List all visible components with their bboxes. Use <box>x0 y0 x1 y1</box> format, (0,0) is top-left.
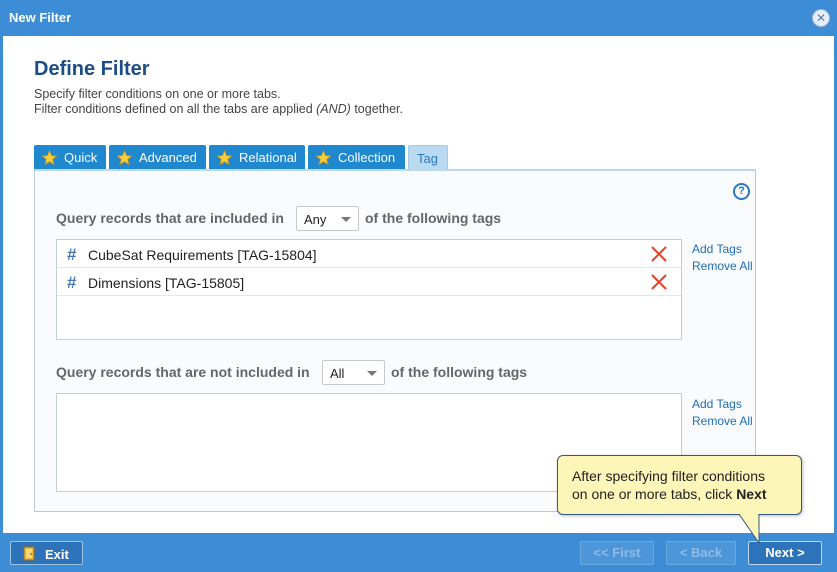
exit-door-icon <box>23 546 35 561</box>
tab-relational-label: Relational <box>239 150 297 165</box>
included-label-suffix: of the following tags <box>365 210 502 226</box>
footer-bar: Exit << First < Back Next > <box>0 533 837 572</box>
chevron-down-icon <box>367 371 377 376</box>
tab-tag[interactable]: Tag <box>408 145 448 170</box>
delete-x-icon[interactable] <box>650 245 668 263</box>
tooltip-line-2: on one or more tabs, click Next <box>572 486 767 502</box>
included-add-tags-link[interactable]: Add Tags <box>692 242 742 256</box>
tooltip-line-1: After specifying filter conditions <box>572 468 765 484</box>
tab-quick-label: Quick <box>64 150 98 165</box>
excluded-remove-all-link[interactable]: Remove All <box>692 414 753 428</box>
tab-collection-label: Collection <box>338 150 396 165</box>
tab-relational[interactable]: Relational <box>209 145 305 170</box>
back-button[interactable]: < Back <box>666 541 736 565</box>
included-tags-list: # CubeSat Requirements [TAG-15804] # Dim… <box>56 239 682 340</box>
included-match-value: Any <box>304 212 327 227</box>
star-icon <box>315 150 332 166</box>
next-button[interactable]: Next > <box>748 541 822 565</box>
tab-quick[interactable]: Quick <box>34 145 106 170</box>
list-item: # CubeSat Requirements [TAG-15804] <box>57 240 681 268</box>
excluded-match-value: All <box>330 366 345 381</box>
star-icon <box>116 150 133 166</box>
first-button[interactable]: << First <box>580 541 654 565</box>
close-icon[interactable]: ✕ <box>812 9 830 27</box>
first-label: << First <box>593 545 641 560</box>
tab-collection[interactable]: Collection <box>308 145 405 170</box>
included-remove-all-link[interactable]: Remove All <box>692 259 753 273</box>
hash-tag-icon: # <box>67 273 77 292</box>
page-title: Define Filter <box>34 58 150 80</box>
list-item: # Dimensions [TAG-15805] <box>57 268 681 296</box>
tab-advanced-label: Advanced <box>139 150 197 165</box>
tab-advanced[interactable]: Advanced <box>109 145 206 170</box>
help-icon[interactable]: ? <box>733 183 750 200</box>
delete-x-icon[interactable] <box>650 273 668 291</box>
description-line-2: Filter conditions defined on all the tab… <box>34 102 403 116</box>
tag-name: Dimensions [TAG-15805] <box>88 275 245 291</box>
tooltip-pointer <box>739 514 760 544</box>
next-label: Next > <box>765 545 805 560</box>
title-bar: New Filter ✕ <box>0 0 837 36</box>
chevron-down-icon <box>341 217 351 222</box>
tag-name: CubeSat Requirements [TAG-15804] <box>88 247 317 263</box>
star-icon <box>216 150 233 166</box>
back-label: < Back <box>679 545 723 560</box>
exit-button[interactable]: Exit <box>10 541 83 565</box>
excluded-match-select[interactable]: All <box>322 360 385 385</box>
description-line-1: Specify filter conditions on one or more… <box>34 87 281 101</box>
tab-tag-label: Tag <box>417 151 438 166</box>
excluded-add-tags-link[interactable]: Add Tags <box>692 397 742 411</box>
included-label: Query records that are included in <box>56 210 284 226</box>
next-hint-tooltip: After specifying filter conditions on on… <box>557 455 802 515</box>
window-title: New Filter <box>9 10 72 25</box>
star-icon <box>41 150 58 166</box>
excluded-label: Query records that are not included in <box>56 364 310 380</box>
exit-label: Exit <box>45 547 69 562</box>
included-match-select[interactable]: Any <box>296 206 359 231</box>
excluded-label-suffix: of the following tags <box>391 364 528 380</box>
hash-tag-icon: # <box>67 245 77 264</box>
